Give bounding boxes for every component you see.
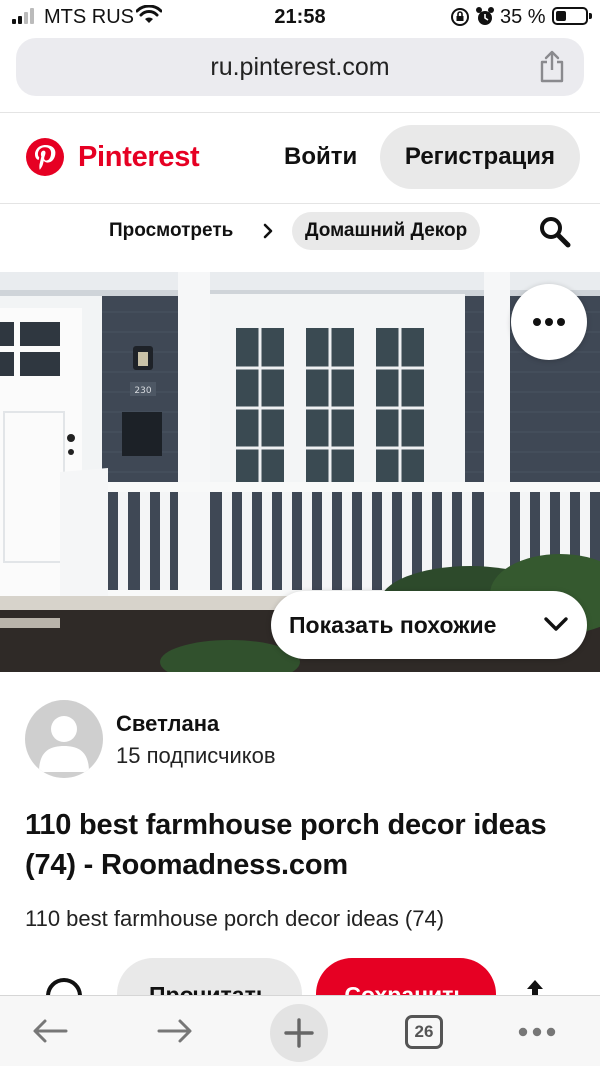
pin-title: 110 best farmhouse porch decor ideas (74…	[25, 809, 547, 881]
alarm-icon	[476, 7, 494, 25]
save-button[interactable]: Сохранить	[316, 958, 496, 995]
author-name[interactable]: Светлана	[116, 711, 219, 737]
brand-name: Pinterest	[78, 140, 200, 173]
search-icon[interactable]	[538, 215, 572, 249]
battery-icon	[552, 7, 592, 25]
forward-arrow-icon[interactable]	[155, 1016, 195, 1046]
url-text[interactable]: ru.pinterest.com	[16, 53, 584, 82]
new-tab-plus-icon	[284, 1018, 314, 1048]
more-options-button[interactable]	[511, 284, 587, 360]
tabs-icon[interactable]: 26	[405, 1015, 443, 1049]
browser-toolbar: 26	[0, 995, 600, 1066]
show-similar-button[interactable]: Показать похожие	[271, 591, 587, 659]
share-upload-icon[interactable]	[523, 978, 547, 995]
chevron-right-icon	[263, 223, 273, 239]
more-menu-icon[interactable]	[517, 1026, 557, 1038]
user-placeholder-icon	[39, 716, 89, 772]
login-link[interactable]: Войти	[284, 143, 357, 171]
status-bar: MTS RUS 21:58 35 %	[0, 0, 600, 36]
back-arrow-icon[interactable]	[30, 1016, 70, 1046]
show-similar-label: Показать похожие	[289, 612, 497, 638]
divider	[0, 203, 600, 204]
breadcrumb-category-chip[interactable]: Домашний Декор	[292, 212, 481, 250]
reaction-icon[interactable]	[46, 978, 82, 995]
pinterest-logo-icon	[26, 138, 64, 176]
avatar[interactable]	[25, 700, 103, 778]
read-button[interactable]: Прочитать	[117, 958, 302, 995]
pinterest-logo[interactable]: Pinterest	[26, 138, 200, 176]
address-bar[interactable]: ru.pinterest.com	[16, 38, 584, 96]
rotation-lock-icon	[451, 8, 469, 26]
author-followers: 15 подписчиков	[116, 743, 276, 768]
share-icon[interactable]	[538, 50, 566, 84]
chevron-down-icon	[544, 617, 568, 631]
breadcrumb-browse-link[interactable]: Просмотреть	[109, 220, 233, 242]
new-tab-button[interactable]	[270, 1004, 328, 1062]
signup-button[interactable]: Регистрация	[380, 125, 580, 189]
pin-action-row: Прочитать Сохранить	[0, 958, 600, 995]
battery-percent: 35 %	[500, 6, 546, 28]
divider	[0, 112, 600, 113]
svg-text:230: 230	[134, 386, 151, 396]
pin-description: 110 best farmhouse porch decor ideas (74…	[25, 906, 445, 931]
